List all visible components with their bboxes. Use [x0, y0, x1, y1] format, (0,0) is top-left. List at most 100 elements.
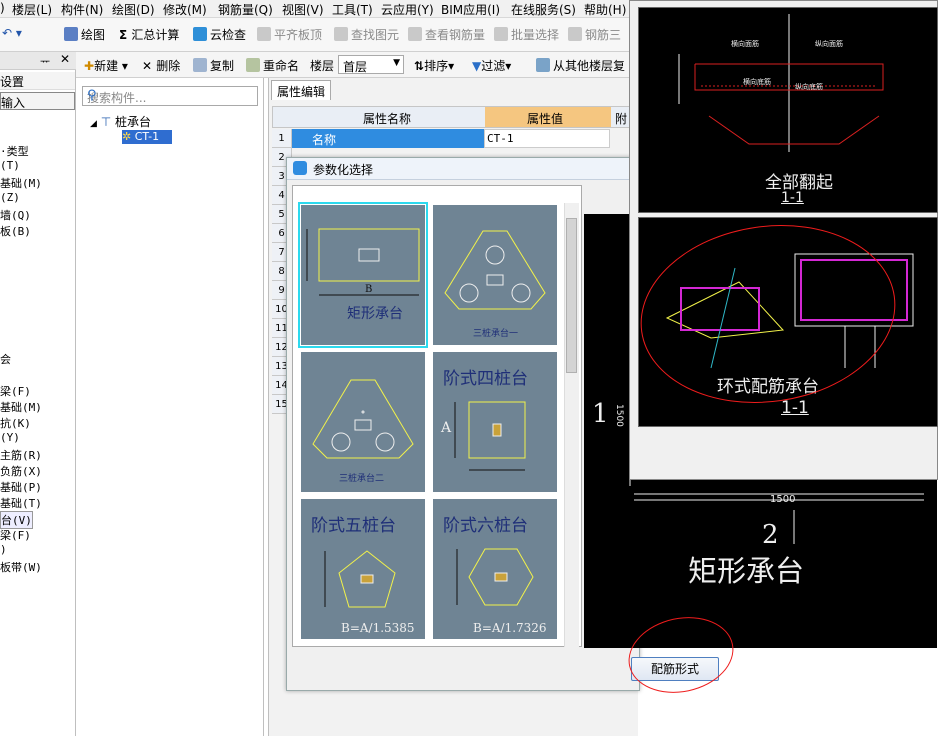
pile-cap-icon: ⊤ [100, 115, 112, 129]
tile-name: 阶式六桩台 [443, 516, 528, 536]
rename-button[interactable]: 重命名 [246, 57, 299, 74]
tile-name: 阶式五桩台 [311, 516, 396, 536]
nav-item[interactable]: 板带(W) [0, 559, 42, 575]
rect-cap-drawing [306, 228, 420, 296]
property-value-cell[interactable]: CT-1 [484, 129, 610, 148]
nav-item[interactable]: ) [0, 543, 7, 556]
tree-root[interactable]: ◢ ⊤ 桩承台 [90, 113, 151, 130]
tree-item-label: CT-1 [134, 130, 160, 143]
label-cross-top: 横向面筋 [731, 40, 759, 48]
pin-icon[interactable]: ᅲ [40, 53, 50, 69]
find-button[interactable]: 查找图元 [334, 26, 399, 43]
dim-width: 1500 [770, 494, 796, 505]
cloud-check-button[interactable]: 云检查 [193, 26, 246, 43]
tile-dim-label: A [441, 420, 452, 436]
sort-icon: ⇅ [414, 59, 425, 73]
tile-name: 三桩承台一 [473, 329, 519, 339]
menu-modify[interactable]: 修改(M) [163, 1, 207, 18]
menu-help[interactable]: 帮助(H) [584, 1, 626, 18]
menu-floor[interactable]: 楼层(L) [12, 1, 52, 18]
floor-select[interactable]: 首层 ▼ [338, 55, 404, 74]
copy-button[interactable]: 复制 [193, 57, 234, 74]
menu-view[interactable]: 视图(V) [282, 1, 324, 18]
label-long-bottom: 纵向底筋 [795, 83, 823, 91]
property-name-cell[interactable]: 名称 [292, 129, 484, 148]
menu-rebar-quantity[interactable]: 钢筋量(Q) [218, 1, 273, 18]
chevron-down-icon: ▼ [393, 58, 400, 68]
new-button[interactable]: ✚新建 ▾ [84, 57, 128, 74]
search-input[interactable]: 搜索构件... ⚲ [82, 86, 258, 106]
col-property-name: 属性名称 [363, 112, 412, 126]
shape-tile-step-four[interactable]: 阶式四桩台 A [433, 352, 557, 492]
tile-name: 阶式四桩台 [443, 369, 528, 389]
nav-item[interactable]: ·类型 [0, 143, 29, 159]
collapse-icon[interactable]: ◢ [90, 119, 97, 129]
find-icon [334, 27, 348, 41]
tab-property-edit[interactable]: 属性编辑 [271, 80, 331, 100]
nav-item[interactable]: 基础(M) [0, 175, 42, 191]
col-property-value: 属性值 [485, 107, 611, 127]
menu-draw[interactable]: 绘图(D) [112, 1, 155, 18]
shape-tile-step-five[interactable]: 阶式五桩台 B=A/1.5385 [301, 499, 425, 639]
left-panel-header: ᅲ ✕ [0, 52, 76, 70]
component-tree-panel [76, 78, 264, 736]
nav-item[interactable]: 基础(P) [0, 479, 42, 495]
menu-online[interactable]: 在线服务(S) [511, 1, 576, 18]
flat-top-button[interactable]: 平齐板顶 [257, 26, 322, 43]
copy-from-floor-button[interactable]: 从其他楼层复 [536, 57, 625, 74]
nav-group[interactable]: 会 [0, 351, 11, 367]
search-icon[interactable]: ⚲ [87, 88, 254, 103]
dialog-app-icon [293, 161, 307, 175]
shape-tile-three-pile-2[interactable]: 三桩承台二 [301, 352, 425, 492]
gallery-scroll-thumb[interactable] [566, 218, 577, 373]
sum-button[interactable]: Σ 汇总计算 [119, 26, 179, 43]
shape-tile-three-pile-1[interactable]: 三桩承台一 [433, 205, 557, 345]
nav-item[interactable]: 抗(K) [0, 415, 31, 431]
col-extra: 附 [615, 112, 628, 126]
nav-item[interactable]: 基础(T) [0, 495, 42, 511]
ring-rebar-section: 1-1 [781, 398, 809, 418]
copy-floor-icon [536, 58, 550, 72]
menu-floor[interactable]: ) [0, 1, 5, 15]
settings-item[interactable]: 设置 [0, 72, 75, 90]
menu-cloud[interactable]: 云应用(Y) [381, 1, 434, 18]
menu-bim[interactable]: BIM应用(I) [441, 1, 500, 18]
filter-button[interactable]: ▼过滤▾ [472, 57, 511, 74]
shape-tile-rect[interactable]: B 矩形承台 [298, 202, 428, 348]
tile-dim-label: B [365, 284, 373, 295]
rebar-3d-icon [568, 27, 582, 41]
menu-tools[interactable]: 工具(T) [332, 1, 373, 18]
label-long-top: 纵向面筋 [815, 40, 843, 48]
view-rebar-icon [408, 27, 422, 41]
copy-icon [193, 58, 207, 72]
nav-item[interactable]: 主筋(R) [0, 447, 42, 463]
undo-icon[interactable]: ↶ ▾ [2, 26, 22, 40]
full-bend-panel[interactable]: 横向面筋 纵向面筋 横向底筋 纵向底筋 全部翻起 1-1 [638, 7, 938, 213]
nav-item[interactable]: 墙(Q) [0, 207, 31, 223]
close-icon[interactable]: ✕ [60, 52, 70, 66]
nav-item[interactable]: 基础(M) [0, 399, 42, 415]
nav-item[interactable]: (Y) [0, 431, 20, 444]
nav-item[interactable]: 板(B) [0, 223, 31, 239]
sigma-icon: Σ [119, 28, 132, 42]
rebar-3d-button[interactable]: 钢筋三 [568, 26, 621, 43]
nav-item[interactable]: 梁(F) [0, 527, 31, 543]
input-item[interactable]: 输入 [0, 92, 75, 110]
shape-tile-step-six[interactable]: 阶式六桩台 B=A/1.7326 [433, 499, 557, 639]
nav-item[interactable]: 梁(F) [0, 383, 31, 399]
view-rebar-button[interactable]: 查看钢筋量 [408, 26, 485, 43]
nav-item[interactable]: (Z) [0, 191, 20, 204]
batch-select-button[interactable]: 批量选择 [494, 26, 559, 43]
draw-button[interactable]: 绘图 [64, 26, 105, 43]
delete-button[interactable]: ✕ 删除 [142, 57, 180, 74]
nav-item[interactable]: (T) [0, 159, 20, 172]
sort-button[interactable]: ⇅排序▾ [414, 57, 454, 74]
tile-name: 矩形承台 [347, 306, 403, 322]
cloud-check-icon [193, 27, 207, 41]
nav-item[interactable]: 负筋(X) [0, 463, 42, 479]
delete-icon: ✕ [142, 59, 157, 73]
menu-component[interactable]: 构件(N) [61, 1, 103, 18]
shape-gallery: B 矩形承台 三桩承台一 三桩承台二 阶式四桩台 A 阶式五桩台 B=A/1.5… [292, 185, 582, 647]
tree-item-ct1[interactable]: ✲ CT-1 [122, 130, 172, 144]
row-number[interactable]: 1 [272, 129, 292, 148]
